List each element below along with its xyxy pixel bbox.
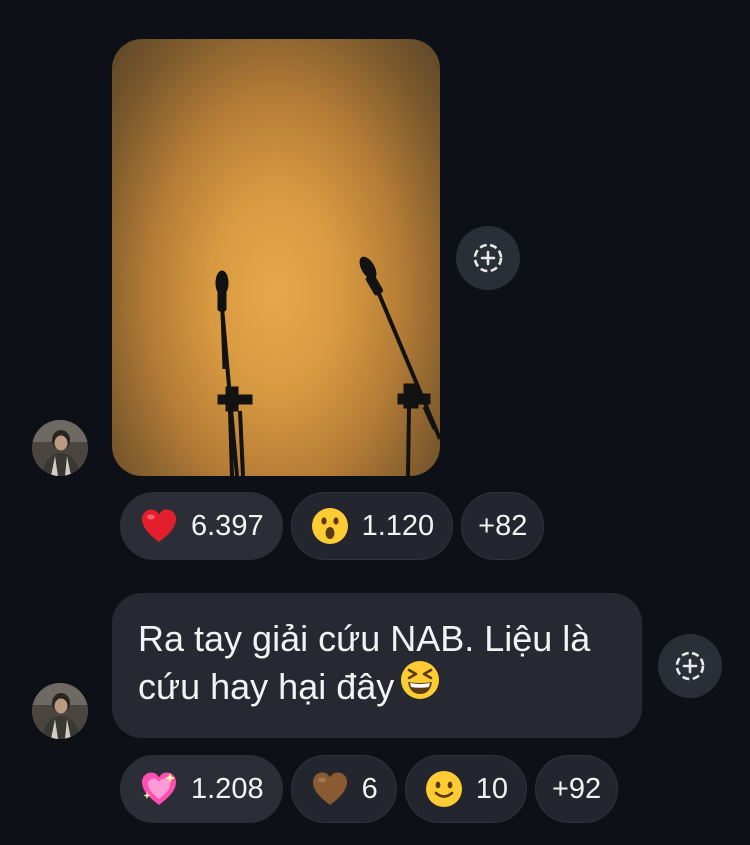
share-plus-icon [675, 651, 705, 681]
share-plus-icon [473, 243, 503, 273]
photo-reactions: 6.397 1.120 +82 [120, 492, 545, 560]
reaction-smile[interactable]: 10 [404, 755, 527, 823]
chat-view: 6.397 1.120 +82 Ra tay giải cứu NAB. Liệ… [0, 0, 750, 845]
person-avatar-icon [32, 683, 88, 739]
reaction-count: 1.120 [361, 509, 435, 542]
reaction-brown-heart[interactable]: 6 [290, 755, 397, 823]
text-reactions: 1.208 6 10 +92 [120, 755, 619, 823]
forward-button[interactable] [658, 634, 722, 698]
reaction-sparkling-heart[interactable]: 1.208 [120, 755, 283, 823]
photo-message[interactable] [112, 39, 440, 476]
reaction-count: 6 [361, 772, 378, 805]
more-reactions-count: +82 [478, 509, 528, 542]
brown-heart-icon [310, 769, 350, 809]
reaction-count: 6.397 [191, 509, 264, 542]
more-reactions-button[interactable]: +92 [534, 755, 619, 823]
person-avatar-icon [32, 420, 88, 476]
microphone-stands-image [215, 256, 440, 476]
more-reactions-count: +92 [551, 772, 602, 805]
message-text: Ra tay giải cứu NAB. Liệu là cứu hay hại… [138, 618, 591, 707]
reaction-heart[interactable]: 6.397 [120, 492, 283, 560]
sparkling-heart-icon [139, 769, 179, 809]
text-message-bubble[interactable]: Ra tay giải cứu NAB. Liệu là cứu hay hại… [112, 593, 642, 738]
reaction-count: 10 [475, 772, 508, 805]
reaction-count: 1.208 [191, 772, 264, 805]
astonished-face-icon [310, 506, 350, 546]
grinning-squinting-face-icon [400, 660, 440, 712]
reaction-wow[interactable]: 1.120 [290, 492, 454, 560]
slightly-smiling-face-icon [424, 769, 464, 809]
forward-button[interactable] [456, 226, 520, 290]
red-heart-icon [139, 506, 179, 546]
sender-avatar[interactable] [32, 683, 88, 739]
more-reactions-button[interactable]: +82 [461, 492, 545, 560]
sender-avatar[interactable] [32, 420, 88, 476]
